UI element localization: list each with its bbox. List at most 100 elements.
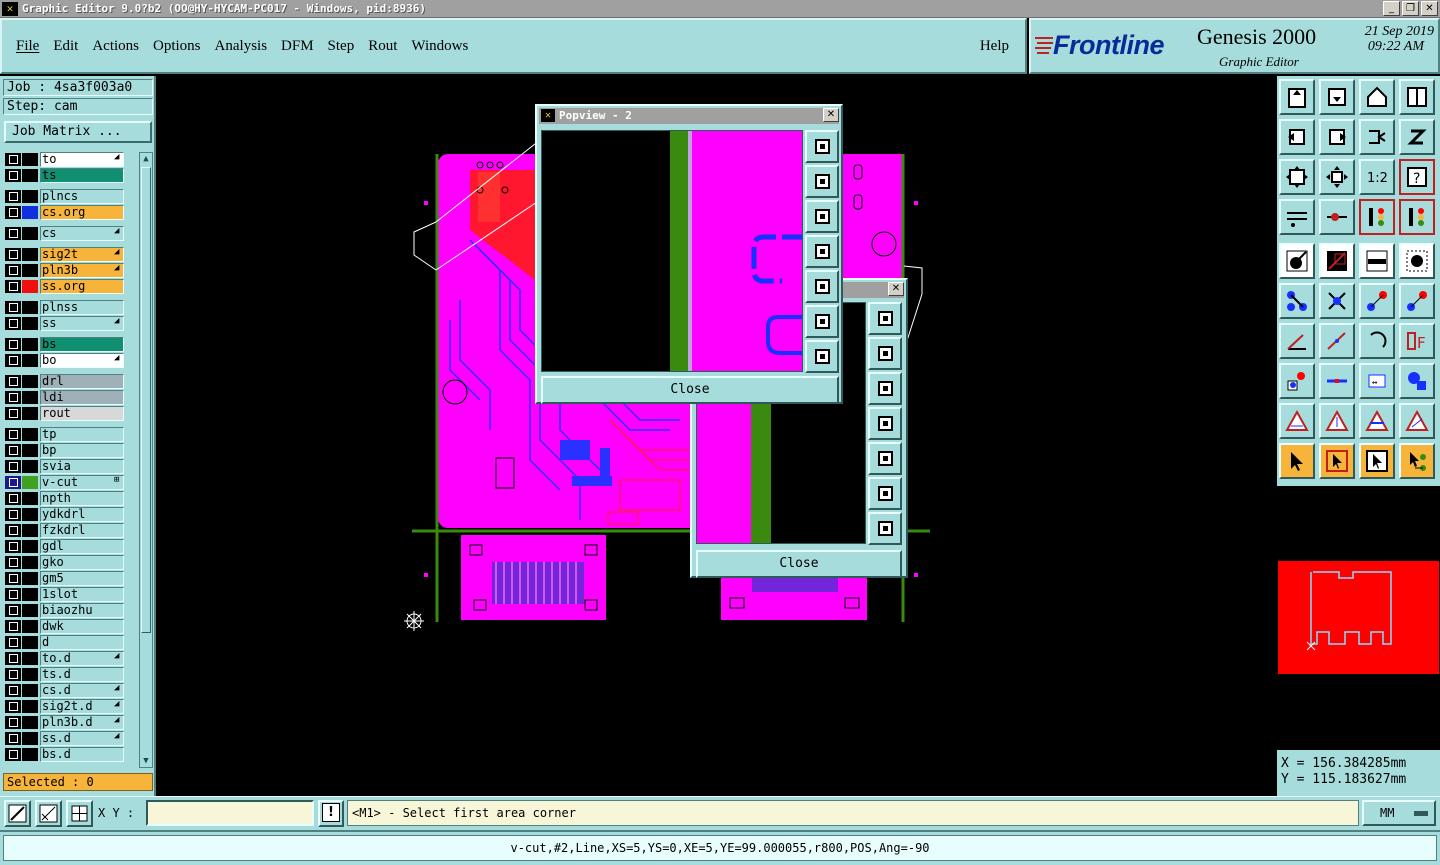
move-button[interactable] (1279, 283, 1315, 319)
layer-color-swatch[interactable] (22, 460, 38, 473)
menu-edit[interactable]: Edit (53, 38, 78, 55)
layer-name[interactable]: gko (40, 555, 124, 570)
layer-color-swatch[interactable] (22, 206, 38, 219)
layer-checkbox[interactable] (5, 668, 21, 681)
layer-row[interactable]: bp (4, 443, 126, 458)
menu-file[interactable]: File (16, 38, 39, 55)
layer-row[interactable]: to.d ◢ (4, 651, 126, 666)
layer-name[interactable]: v-cut (40, 475, 124, 490)
layer-row[interactable]: biaozhu (4, 603, 126, 618)
layer-name[interactable]: dwk (40, 619, 124, 634)
polygon-button[interactable] (1399, 363, 1435, 399)
layer-row[interactable]: cs.d ◢ (4, 683, 126, 698)
net-select-button[interactable] (1359, 283, 1395, 319)
layer-name[interactable]: d (40, 635, 124, 650)
layer-color-swatch[interactable] (22, 428, 38, 441)
layer-color-swatch[interactable] (22, 524, 38, 537)
layer-name[interactable]: ts.d (40, 667, 124, 682)
layer-color-swatch[interactable] (22, 476, 38, 489)
layer-color-swatch[interactable] (22, 301, 38, 314)
layer-row[interactable]: gm5 (4, 571, 126, 586)
layer-color-swatch[interactable] (22, 668, 38, 681)
layer-name[interactable]: gdl (40, 539, 124, 554)
menu-windows[interactable]: Windows (411, 38, 468, 55)
pointer-frame-button[interactable] (1359, 443, 1395, 479)
measure-button[interactable] (35, 800, 62, 827)
layer-checkbox[interactable] (5, 338, 21, 351)
pv2-pan-right-button[interactable] (868, 442, 902, 475)
pointer-net-button[interactable] (1399, 443, 1435, 479)
popview-close-icon[interactable]: ✕ (823, 108, 839, 122)
menu-step[interactable]: Step (328, 38, 355, 55)
layer-checkbox[interactable] (5, 476, 21, 489)
menu-analysis[interactable]: Analysis (215, 38, 268, 55)
job-matrix-button[interactable]: Job Matrix ... (4, 121, 152, 143)
layer-name[interactable]: bs.d (40, 747, 124, 762)
layer-scrollbar[interactable]: ▲ ▼ (139, 152, 153, 768)
layer-row[interactable]: pln3b ◢ (4, 263, 126, 278)
popview-back-close-button[interactable]: Close (696, 550, 902, 578)
layer-checkbox[interactable] (5, 508, 21, 521)
layer-row[interactable]: ts (4, 168, 126, 183)
features-filter-button[interactable] (1279, 199, 1315, 235)
resize-button[interactable]: ↔ (1359, 363, 1395, 399)
layer-row[interactable]: rout (4, 406, 126, 421)
restore-button[interactable]: ❐ (1402, 1, 1419, 16)
layer-row[interactable]: sig2t.d ◢ (4, 699, 126, 714)
overview-map[interactable] (1277, 486, 1440, 750)
layer-row[interactable]: sig2t ◢ (4, 247, 126, 262)
pv1-zoom-fit-button[interactable] (805, 130, 839, 163)
layer-checkbox[interactable] (5, 375, 21, 388)
minimize-button[interactable]: _ (1383, 1, 1400, 16)
layer-row[interactable]: ss.org (4, 279, 126, 294)
open-job-button[interactable] (1279, 79, 1315, 115)
select-pad-button[interactable] (1399, 243, 1435, 279)
layer-color-swatch[interactable] (22, 264, 38, 277)
triangle-d-button[interactable] (1399, 403, 1435, 439)
layer-name[interactable]: ss.org (40, 279, 124, 294)
zoom-back-button[interactable] (1359, 119, 1395, 155)
menu-help[interactable]: Help (980, 38, 1009, 55)
pan-left-button[interactable] (1279, 119, 1315, 155)
angle-line-button[interactable] (1279, 323, 1315, 359)
layer-checkbox[interactable] (5, 206, 21, 219)
layer-row[interactable]: cs.org (4, 205, 126, 220)
layer-checkbox[interactable] (5, 684, 21, 697)
layer-row[interactable]: plncs (4, 189, 126, 204)
layer-checkbox[interactable] (5, 572, 21, 585)
layer-checkbox[interactable] (5, 604, 21, 617)
xy-input[interactable] (146, 800, 314, 826)
snap-button[interactable] (4, 800, 31, 827)
layer-name[interactable]: pln3b (40, 263, 124, 278)
layer-checkbox[interactable] (5, 407, 21, 420)
layer-name[interactable]: drl (40, 374, 124, 389)
layer-checkbox[interactable] (5, 227, 21, 240)
layer-checkbox[interactable] (5, 169, 21, 182)
layer-row[interactable]: d (4, 635, 126, 650)
pv1-pan-left-button[interactable] (805, 235, 839, 268)
layer-checkbox[interactable] (5, 301, 21, 314)
layer-name[interactable]: bp (40, 443, 124, 458)
layer-checkbox[interactable] (5, 748, 21, 761)
layer-checkbox[interactable] (5, 391, 21, 404)
pv1-pan-right-button[interactable] (805, 270, 839, 303)
home-button[interactable] (1359, 79, 1395, 115)
layer-checkbox[interactable] (5, 317, 21, 330)
pv2-zoom-out-button[interactable] (868, 512, 902, 545)
layer-checkbox[interactable] (5, 620, 21, 633)
layer-color-swatch[interactable] (22, 280, 38, 293)
popview-window[interactable]: ✕ Popview - 2 ✕ Close (535, 104, 843, 404)
layer-color-swatch[interactable] (22, 732, 38, 745)
layer-checkbox[interactable] (5, 444, 21, 457)
layer-color-swatch[interactable] (22, 652, 38, 665)
pointer-select-button[interactable] (1279, 443, 1315, 479)
layer-checkbox[interactable] (5, 540, 21, 553)
layer-row[interactable]: fzkdrl (4, 523, 126, 538)
layer-row[interactable]: bs (4, 337, 126, 352)
layer-checkbox[interactable] (5, 732, 21, 745)
layer-row[interactable]: gko (4, 555, 126, 570)
layer-color-swatch[interactable] (22, 588, 38, 601)
arc-draw-button[interactable] (1359, 323, 1395, 359)
layer-color-button[interactable] (1359, 199, 1395, 235)
layer-color-swatch[interactable] (22, 190, 38, 203)
